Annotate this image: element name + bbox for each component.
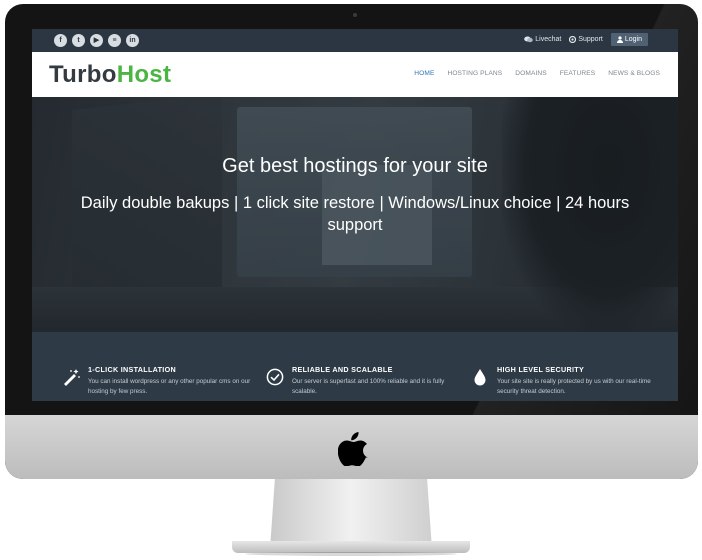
youtube-icon[interactable]: ▶	[90, 34, 103, 47]
login-label: Login	[624, 36, 642, 43]
website-screen: f t ▶ ≡ in Livechat Support Login TurboH…	[32, 29, 678, 401]
hero-subtitle: Daily double bakups | 1 click site resto…	[80, 194, 630, 234]
facebook-icon[interactable]: f	[54, 34, 67, 47]
hero-banner: Get best hostings for your site Daily do…	[32, 97, 678, 332]
monitor-stand	[270, 479, 432, 549]
nav-menu: HOME HOSTING PLANS DOMAINS FEATURES NEWS…	[414, 70, 660, 77]
livechat-link[interactable]: Livechat	[524, 36, 561, 43]
nav-item-domains[interactable]: DOMAINS	[515, 70, 546, 77]
hero-title: Get best hostings for your site	[222, 155, 488, 177]
turbohost-logo[interactable]: TurboHost	[49, 61, 171, 89]
main-navbar: TurboHost HOME HOSTING PLANS DOMAINS FEA…	[32, 52, 678, 97]
feature-title: 1-CLICK INSTALLATION	[88, 365, 176, 374]
check-circle-icon	[266, 368, 284, 386]
feature-text: Your site site is really protected by us…	[497, 378, 651, 395]
feature-title: HIGH LEVEL SECURITY	[497, 365, 585, 374]
top-bar: f t ▶ ≡ in Livechat Support Login	[32, 29, 678, 52]
feature-text: You can install wordpress or any other p…	[88, 378, 251, 395]
user-icon	[616, 36, 623, 43]
stackexchange-icon[interactable]: ≡	[108, 34, 121, 47]
logo-text-host: Host	[116, 61, 172, 88]
camera-icon	[353, 13, 357, 17]
livechat-label: Livechat	[535, 36, 562, 43]
support-label: Support	[578, 36, 603, 43]
linkedin-icon[interactable]: in	[126, 34, 139, 47]
social-links: f t ▶ ≡ in	[54, 34, 139, 47]
twitter-icon[interactable]: t	[72, 34, 85, 47]
support-link[interactable]: Support	[569, 36, 603, 43]
top-links: Livechat Support Login	[524, 33, 648, 46]
nav-item-news-blogs[interactable]: NEWS & BLOGS	[608, 70, 660, 77]
login-button[interactable]: Login	[610, 33, 648, 46]
support-icon	[569, 36, 577, 43]
apple-logo-icon	[338, 432, 368, 466]
stand-shadow	[245, 552, 457, 556]
magic-wand-icon	[64, 369, 80, 386]
nav-item-features[interactable]: FEATURES	[560, 70, 595, 77]
nav-item-home[interactable]: HOME	[414, 70, 434, 77]
drop-icon	[474, 369, 486, 386]
imac-monitor: f t ▶ ≡ in Livechat Support Login TurboH…	[5, 4, 698, 479]
nav-item-hosting-plans[interactable]: HOSTING PLANS	[447, 70, 502, 77]
feature-title: RELIABLE AND SCALABLE	[292, 365, 393, 374]
feature-text: Our server is superfast and 100% reliabl…	[292, 378, 445, 395]
chat-icon	[524, 36, 534, 43]
features-strip: 1-CLICK INSTALLATION You can install wor…	[32, 332, 678, 401]
logo-text-turbo: Turbo	[49, 61, 117, 88]
